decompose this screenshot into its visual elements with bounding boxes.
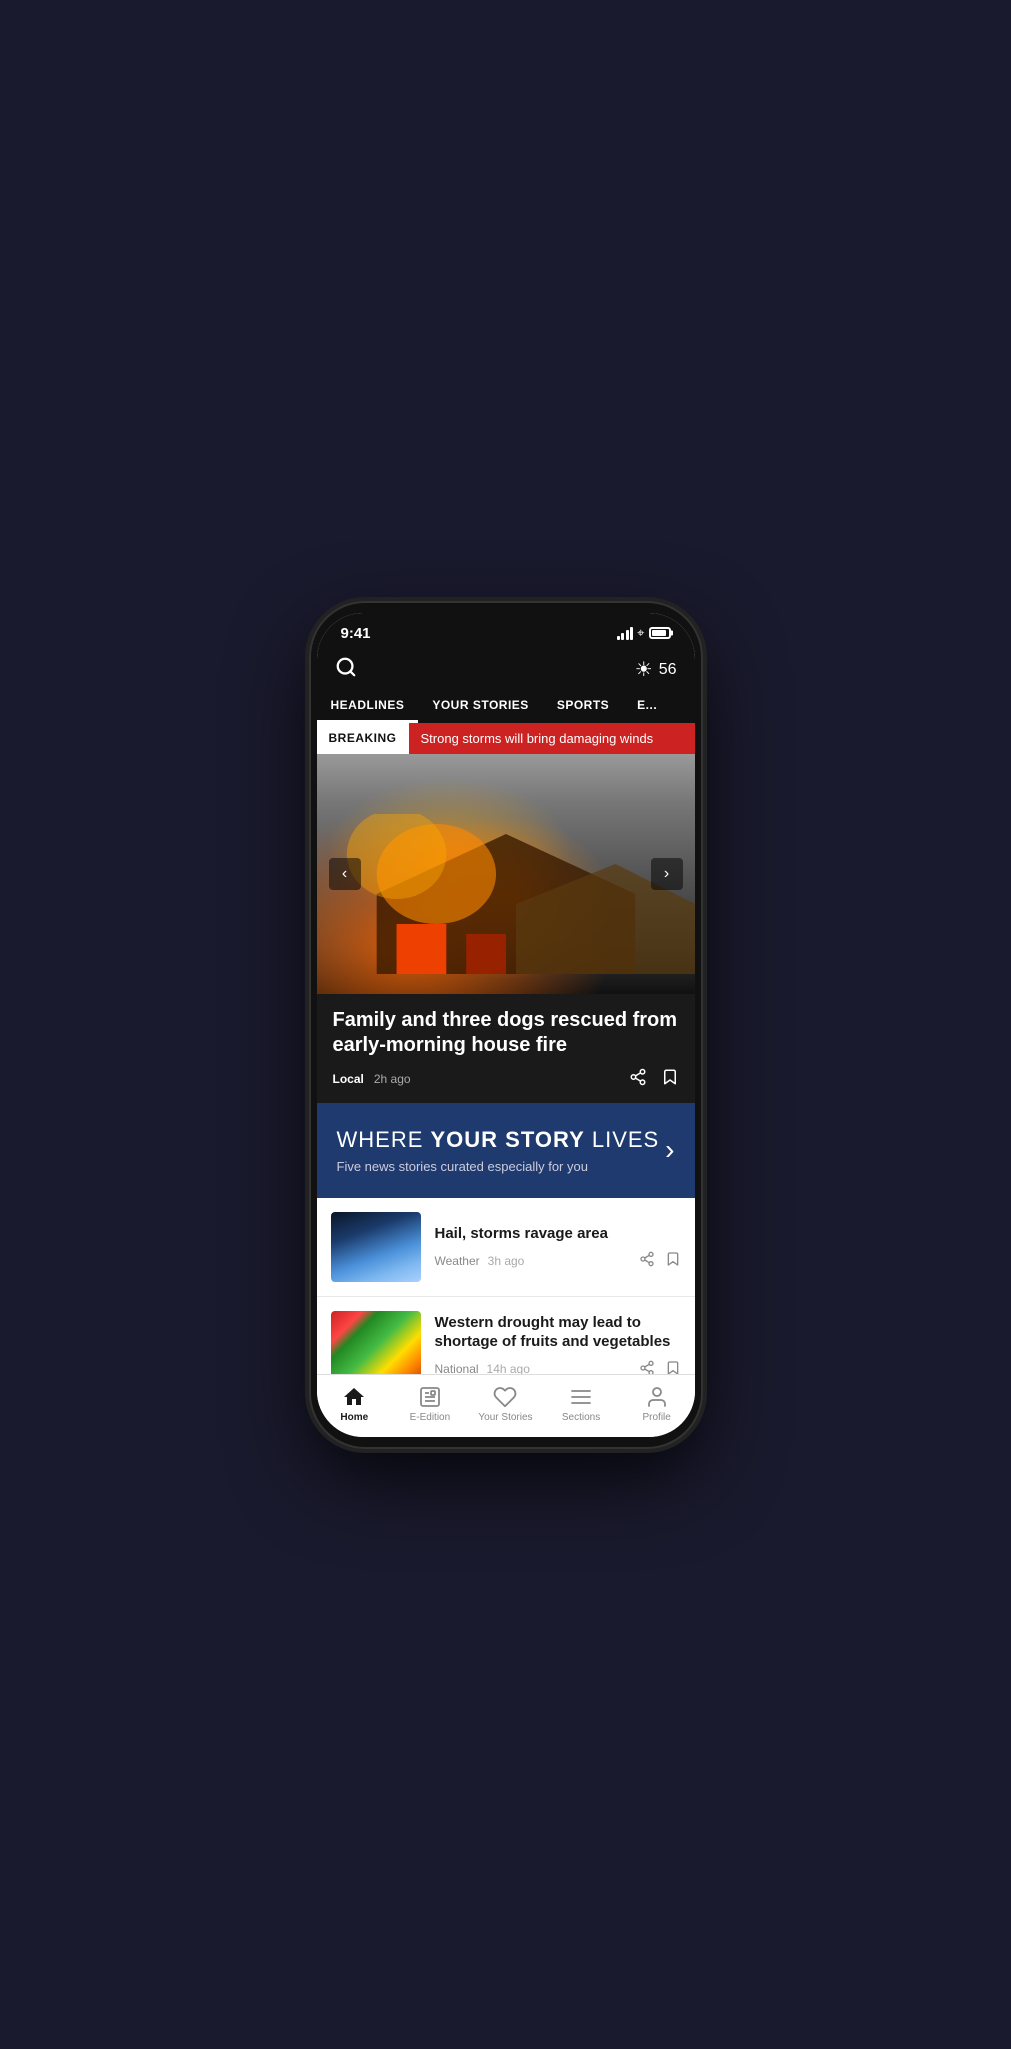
news-content: Western drought may lead to shortage of … — [435, 1313, 681, 1374]
news-thumb-storm — [331, 1212, 421, 1282]
breaking-label: BREAKING — [317, 723, 409, 753]
share-icon — [629, 1068, 647, 1086]
bottom-nav: Home E-Edition Your Stories — [317, 1374, 695, 1437]
news-actions — [639, 1251, 681, 1270]
search-button[interactable] — [335, 656, 357, 684]
hero-category: Local — [333, 1072, 364, 1086]
hero-house-svg — [317, 814, 695, 974]
phone-screen: 9:41 ⌖ — [317, 613, 695, 1437]
news-actions — [639, 1360, 681, 1374]
promo-title-bold: YOUR STORY — [431, 1127, 585, 1152]
hero-time: 2h ago — [374, 1072, 411, 1086]
heart-icon — [493, 1385, 517, 1409]
news-item: Western drought may lead to shortage of … — [317, 1297, 695, 1374]
news-headline: Hail, storms ravage area — [435, 1224, 681, 1244]
battery-icon — [649, 627, 671, 639]
hero-share-button[interactable] — [629, 1068, 647, 1091]
hero-meta: Local 2h ago — [333, 1068, 679, 1091]
news-content: Hail, storms ravage area Weather 3h ago — [435, 1224, 681, 1271]
news-share-button[interactable] — [639, 1360, 655, 1374]
promo-arrow-icon: › — [665, 1134, 674, 1166]
bottom-nav-sections[interactable]: Sections — [543, 1375, 619, 1437]
hero-image: ‹ › — [317, 754, 695, 994]
hero-next-button[interactable]: › — [651, 858, 683, 890]
temperature: 56 — [659, 661, 677, 679]
profile-label: Profile — [642, 1412, 670, 1423]
bookmark-icon — [661, 1068, 679, 1086]
weather-display: ☀ 56 — [635, 657, 677, 682]
wifi-icon: ⌖ — [637, 625, 644, 641]
app-header: ☀ 56 HEADLINES YOUR STORIES SPORTS E... — [317, 648, 695, 723]
battery-fill — [652, 630, 666, 636]
news-category: National — [435, 1362, 479, 1373]
news-meta: National 14h ago — [435, 1360, 681, 1374]
news-share-button[interactable] — [639, 1251, 655, 1270]
bottom-nav-home[interactable]: Home — [317, 1375, 393, 1437]
tab-sports[interactable]: SPORTS — [543, 690, 623, 723]
breaking-bar[interactable]: BREAKING Strong storms will bring damagi… — [317, 723, 695, 754]
breaking-text: Strong storms will bring damaging winds — [409, 723, 695, 754]
profile-icon — [645, 1385, 669, 1409]
hero-actions — [629, 1068, 679, 1091]
notch — [443, 613, 569, 647]
top-bar: ☀ 56 — [317, 648, 695, 690]
hero-meta-left: Local 2h ago — [333, 1072, 411, 1086]
hero-section: ‹ › Family and three dogs rescued from e… — [317, 754, 695, 1103]
tab-headlines[interactable]: HEADLINES — [317, 690, 419, 723]
news-meta-left: National 14h ago — [435, 1362, 530, 1373]
hero-bookmark-button[interactable] — [661, 1068, 679, 1091]
news-time: 3h ago — [488, 1254, 525, 1268]
status-icons: ⌖ — [617, 625, 671, 641]
news-category: Weather — [435, 1254, 480, 1268]
home-label: Home — [340, 1412, 368, 1423]
share-icon — [639, 1360, 655, 1374]
news-headline: Western drought may lead to shortage of … — [435, 1313, 681, 1352]
sections-label: Sections — [562, 1412, 600, 1423]
nav-tabs: HEADLINES YOUR STORIES SPORTS E... — [317, 690, 695, 723]
edition-label: E-Edition — [410, 1412, 451, 1423]
promo-subtitle: Five news stories curated especially for… — [337, 1159, 660, 1174]
promo-title: WHERE YOUR STORY LIVES — [337, 1127, 660, 1153]
bookmark-icon — [665, 1251, 681, 1267]
news-bookmark-button[interactable] — [665, 1251, 681, 1270]
news-time: 14h ago — [487, 1362, 530, 1373]
sections-icon — [569, 1385, 593, 1409]
promo-banner[interactable]: WHERE YOUR STORY LIVES Five news stories… — [317, 1103, 695, 1198]
bottom-nav-profile[interactable]: Profile — [619, 1375, 695, 1437]
news-meta-left: Weather 3h ago — [435, 1254, 525, 1268]
tab-your-stories[interactable]: YOUR STORIES — [418, 690, 542, 723]
search-icon — [335, 656, 357, 678]
bookmark-icon — [665, 1360, 681, 1374]
hero-bottom: Family and three dogs rescued from early… — [317, 994, 695, 1103]
news-thumb-veggies — [331, 1311, 421, 1374]
news-bookmark-button[interactable] — [665, 1360, 681, 1374]
phone-frame: 9:41 ⌖ — [311, 603, 701, 1447]
news-item: Hail, storms ravage area Weather 3h ago — [317, 1198, 695, 1297]
bottom-nav-your-stories[interactable]: Your Stories — [468, 1375, 544, 1437]
signal-bars-icon — [617, 627, 634, 640]
status-bar: 9:41 ⌖ — [317, 613, 695, 648]
news-meta: Weather 3h ago — [435, 1251, 681, 1270]
promo-text-block: WHERE YOUR STORY LIVES Five news stories… — [337, 1127, 660, 1174]
tab-more[interactable]: E... — [623, 690, 671, 723]
news-list: Hail, storms ravage area Weather 3h ago — [317, 1198, 695, 1374]
hero-headline: Family and three dogs rescued from early… — [333, 1008, 679, 1058]
bottom-nav-edition[interactable]: E-Edition — [392, 1375, 468, 1437]
main-scroll[interactable]: ‹ › Family and three dogs rescued from e… — [317, 754, 695, 1374]
share-icon — [639, 1251, 655, 1267]
edition-icon — [418, 1385, 442, 1409]
status-time: 9:41 — [341, 625, 371, 642]
hero-prev-button[interactable]: ‹ — [329, 858, 361, 890]
sun-icon: ☀ — [635, 657, 653, 682]
home-icon — [342, 1385, 366, 1409]
your-stories-label: Your Stories — [478, 1412, 532, 1423]
